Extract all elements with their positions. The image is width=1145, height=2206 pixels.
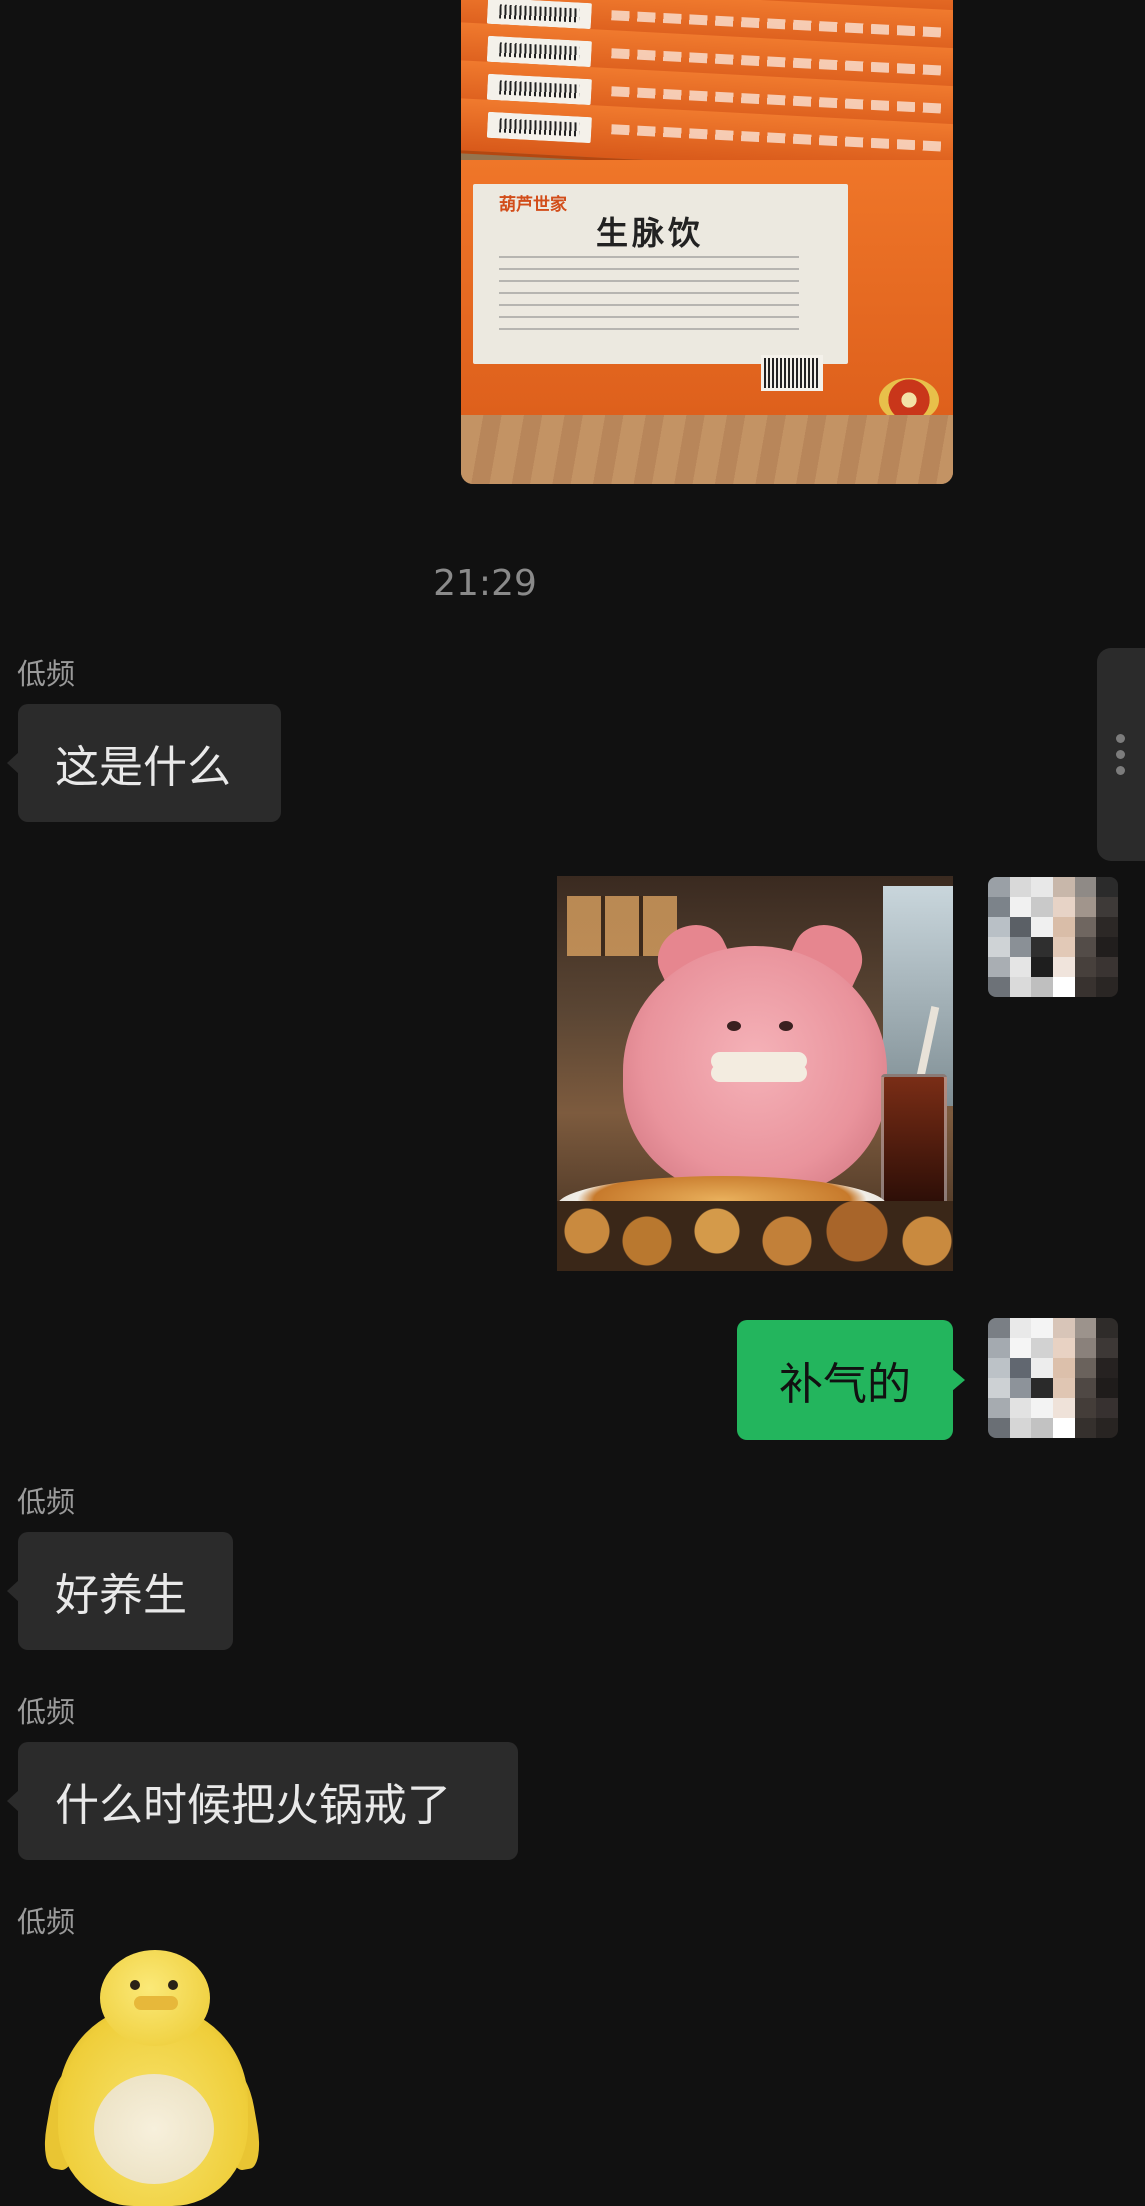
wooden-table <box>461 415 953 484</box>
side-panel-handle[interactable] <box>1097 648 1145 861</box>
box-brand: 葫芦世家 <box>499 195 567 215</box>
sender-name: 低频 <box>17 1905 76 1939</box>
message-timestamp: 21:29 <box>433 563 537 604</box>
duck-sticker-message[interactable] <box>39 1950 265 2206</box>
message-text: 补气的 <box>779 1359 911 1410</box>
medicine-photo-message[interactable]: 葫芦世家 生脉饮 <box>461 0 953 484</box>
message-text: 这是什么 <box>55 742 231 793</box>
received-message-bubble[interactable]: 这是什么 <box>7 704 281 822</box>
received-message-bubble[interactable]: 什么时候把火锅戒了 <box>7 1742 518 1860</box>
box-product-name: 生脉饮 <box>596 214 705 252</box>
sender-name: 低频 <box>17 1485 76 1519</box>
sent-message-bubble[interactable]: 补气的 <box>737 1320 965 1440</box>
my-avatar[interactable] <box>988 877 1118 997</box>
sender-name: 低频 <box>17 1695 76 1729</box>
received-message-bubble[interactable]: 好养生 <box>7 1532 233 1650</box>
barcode <box>761 355 823 391</box>
sender-name: 低频 <box>17 657 76 691</box>
my-avatar[interactable] <box>988 1318 1118 1438</box>
message-text: 什么时候把火锅戒了 <box>55 1780 451 1831</box>
message-text: 好养生 <box>55 1570 187 1621</box>
pig-meme-image-message[interactable] <box>557 876 953 1271</box>
medicine-box-front: 葫芦世家 生脉饮 <box>461 160 953 422</box>
